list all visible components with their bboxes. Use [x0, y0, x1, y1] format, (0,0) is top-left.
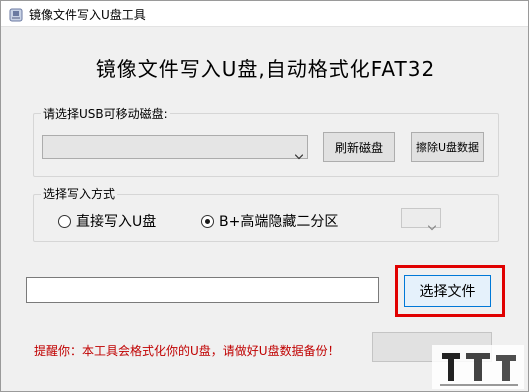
partition-select[interactable]: [401, 208, 441, 231]
radio-direct-write-label: 直接写入U盘: [76, 214, 157, 230]
window-title: 镜像文件写入U盘工具: [29, 8, 146, 22]
chevron-down-icon: [427, 216, 437, 231]
usb-disk-select[interactable]: [42, 135, 308, 160]
page-title: 镜像文件写入U盘,自动格式化FAT32: [95, 57, 436, 81]
file-path-input[interactable]: [26, 277, 379, 303]
radio-hidden-partition-dot: [201, 214, 214, 228]
radio-hidden-partition[interactable]: B+高端隐藏二分区: [201, 211, 338, 231]
refresh-disk-button[interactable]: 刷新磁盘: [323, 132, 395, 162]
usb-disk-group-label: 请选择USB可移动磁盘:: [41, 105, 170, 122]
radio-hidden-partition-label: B+高端隐藏二分区: [219, 214, 339, 230]
erase-usb-data-button[interactable]: 擦除U盘数据: [411, 132, 484, 162]
app-window: 镜像文件写入U盘工具 镜像文件写入U盘,自动格式化FAT32 请选择USB可移动…: [0, 0, 529, 392]
logo: [432, 345, 524, 389]
choose-file-button[interactable]: 选择文件: [404, 275, 491, 307]
chevron-down-icon: [294, 145, 304, 160]
radio-direct-write-dot: [58, 214, 71, 228]
app-icon: [9, 7, 23, 22]
title-bar: 镜像文件写入U盘工具: [1, 1, 528, 27]
radio-direct-write[interactable]: 直接写入U盘: [58, 211, 156, 231]
warning-text: 提醒你：本工具会格式化你的U盘，请做好U盘数据备份！: [34, 344, 340, 358]
write-mode-group-label: 选择写入方式: [41, 185, 118, 202]
